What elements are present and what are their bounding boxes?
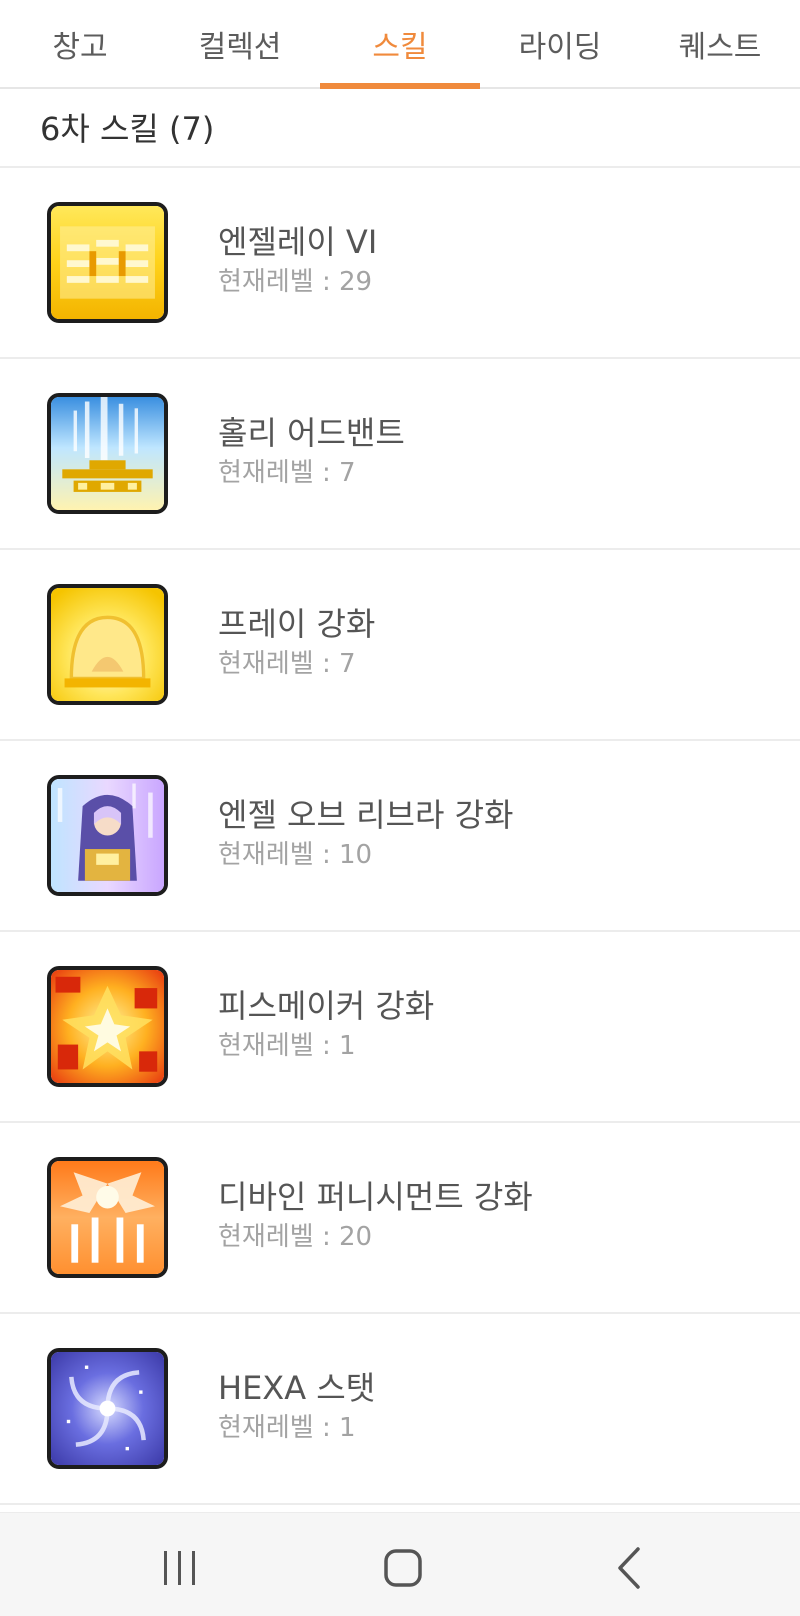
screen: 창고 컬렉션 스킬 라이딩 퀘스트 6차 스킬 (7) 엔젤레이 VI 현재레벨… <box>0 0 800 1616</box>
skill-list: 엔젤레이 VI 현재레벨 : 29 홀리 어드밴트 현재레벨: 7 프레이 강… <box>0 168 800 1505</box>
pray-icon <box>47 584 168 705</box>
tab-quest[interactable]: 퀘스트 <box>640 0 800 87</box>
divine-punishment-icon <box>47 1157 168 1278</box>
skill-text: 홀리 어드밴트 현재레벨 : 7 <box>218 413 405 491</box>
skill-name: 엔젤 오브 리브라 강화 <box>218 796 514 834</box>
skill-text: 프레이 강화 현재레벨 : 7 <box>218 604 375 682</box>
hexa-stat-icon <box>47 1348 168 1469</box>
skill-text: 엔젤 오브 리브라 강화 현재레벨 : 10 <box>218 795 513 873</box>
tab-collection[interactable]: 컬렉션 <box>160 0 320 87</box>
holy-advent-icon <box>47 393 168 514</box>
tab-riding[interactable]: 라이딩 <box>480 0 640 87</box>
skill-text: HEXA 스탯 현재레벨 : 1 <box>218 1368 375 1446</box>
navigation-bar <box>0 1512 800 1616</box>
skill-name: 디바인 퍼니시먼트 강화 <box>218 1178 533 1216</box>
section-title: 6차 스킬 (7) <box>40 110 215 148</box>
recent-apps-icon[interactable] <box>150 1543 210 1593</box>
tab-storage[interactable]: 창고 <box>0 0 160 87</box>
skill-level: 현재레벨 : 10 <box>218 840 373 870</box>
skill-level: 현재레벨 : 29 <box>218 267 373 297</box>
angel-ray-icon <box>47 202 168 323</box>
skill-text: 엔젤레이 VI 현재레벨 : 29 <box>218 222 377 300</box>
skill-name: 엔젤레이 VI <box>218 223 378 261</box>
skill-row[interactable]: 홀리 어드밴트 현재레벨 : 7 <box>0 359 800 550</box>
skill-row[interactable]: 엔젤레이 VI 현재레벨 : 29 <box>0 168 800 359</box>
skill-row[interactable]: HEXA 스탯 현재레벨 : 1 <box>0 1314 800 1505</box>
angel-of-libra-icon <box>47 775 168 896</box>
home-icon[interactable] <box>373 1543 433 1593</box>
skill-name: 피스메이커 강화 <box>218 987 435 1025</box>
skill-row[interactable]: 프레이 강화 현재레벨 : 7 <box>0 550 800 741</box>
skill-row[interactable]: 피스메이커 강화 현재레벨 : 1 <box>0 932 800 1123</box>
skill-text: 피스메이커 강화 현재레벨 : 1 <box>218 986 434 1064</box>
skill-row[interactable]: 엔젤 오브 리브라 강화 현재레벨 : 10 <box>0 741 800 932</box>
skill-level: 현재레벨 : 7 <box>218 649 356 679</box>
skill-name: 홀리 어드밴트 <box>218 414 405 452</box>
skill-text: 디바인 퍼니시먼트 강화 현재레벨 : 20 <box>218 1177 533 1255</box>
skill-name: 프레이 강화 <box>218 605 376 643</box>
tab-bar: 창고 컬렉션 스킬 라이딩 퀘스트 <box>0 0 800 89</box>
skill-level: 현재레벨 : 1 <box>218 1413 356 1443</box>
back-icon[interactable] <box>600 1543 660 1593</box>
skill-level: 현재레벨 : 7 <box>218 458 356 488</box>
tab-skill[interactable]: 스킬 <box>320 0 480 89</box>
skill-row[interactable]: 디바인 퍼니시먼트 강화 현재레벨 : 20 <box>0 1123 800 1314</box>
peacemaker-icon <box>47 966 168 1087</box>
skill-name: HEXA 스탯 <box>218 1369 376 1407</box>
skill-level: 현재레벨 : 20 <box>218 1222 373 1252</box>
skill-level: 현재레벨 : 1 <box>218 1031 356 1061</box>
